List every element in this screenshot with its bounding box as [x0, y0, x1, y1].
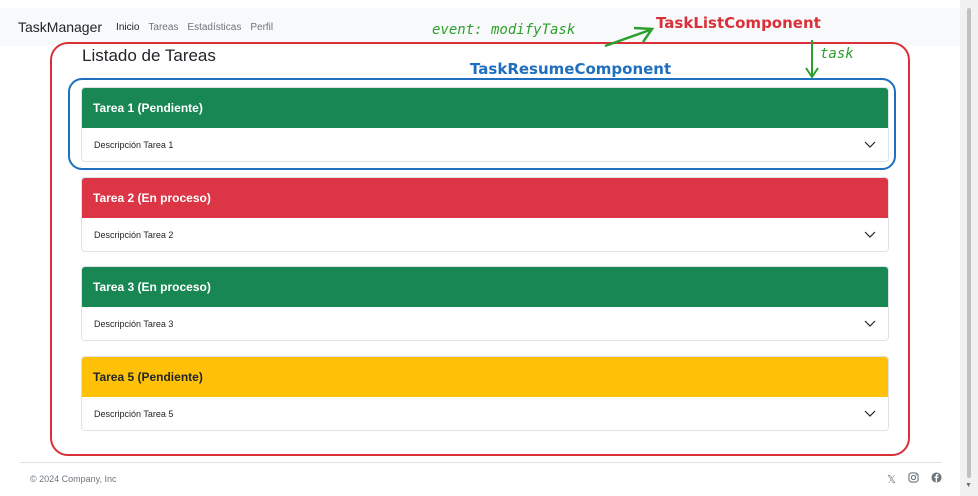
- task-list-component-label: TaskListComponent: [656, 14, 821, 32]
- task-card-body[interactable]: Descripción Tarea 3: [82, 307, 888, 340]
- task-arrowhead: [805, 67, 819, 79]
- x-icon[interactable]: 𝕏: [887, 473, 896, 486]
- task-card-header: Tarea 1 (Pendiente): [82, 88, 888, 128]
- task-resume-component-label: TaskResumeComponent: [470, 60, 672, 78]
- task-card: Tarea 3 (En proceso) Descripción Tarea 3: [81, 266, 889, 341]
- task-annotation: task: [820, 46, 854, 62]
- nav-link-perfil[interactable]: Perfil: [250, 22, 273, 33]
- task-card-body[interactable]: Descripción Tarea 1: [82, 128, 888, 161]
- task-description: Descripción Tarea 2: [94, 229, 174, 240]
- page-title: Listado de Tareas: [82, 46, 216, 65]
- task-description: Descripción Tarea 5: [94, 408, 174, 419]
- task-description: Descripción Tarea 3: [94, 318, 174, 329]
- scroll-down-icon[interactable]: ▼: [965, 482, 972, 489]
- nav-link-estadisticas[interactable]: Estadísticas: [187, 22, 241, 33]
- task-card: Tarea 5 (Pendiente) Descripción Tarea 5: [81, 356, 889, 431]
- footer-copyright: © 2024 Company, Inc: [30, 474, 117, 484]
- scrollbar-thumb[interactable]: [967, 8, 971, 478]
- chevron-down-icon[interactable]: [864, 410, 876, 418]
- event-annotation: event: modifyTask: [432, 22, 576, 38]
- task-card: Tarea 1 (Pendiente) Descripción Tarea 1: [81, 87, 889, 162]
- scrollbar[interactable]: ▼: [960, 0, 978, 496]
- nav-link-inicio[interactable]: Inicio: [116, 22, 139, 33]
- task-card-header: Tarea 2 (En proceso): [82, 178, 888, 218]
- chevron-down-icon[interactable]: [864, 141, 876, 149]
- task-description: Descripción Tarea 1: [94, 139, 174, 150]
- task-card-header: Tarea 5 (Pendiente): [82, 357, 888, 397]
- chevron-down-icon[interactable]: [864, 231, 876, 239]
- footer-social-icons: 𝕏: [887, 472, 942, 486]
- facebook-icon[interactable]: [931, 472, 942, 486]
- chevron-down-icon[interactable]: [864, 320, 876, 328]
- navbar-brand[interactable]: TaskManager: [18, 19, 102, 35]
- instagram-icon[interactable]: [908, 472, 919, 486]
- nav-link-tareas[interactable]: Tareas: [148, 22, 178, 33]
- task-card-body[interactable]: Descripción Tarea 2: [82, 218, 888, 251]
- footer-divider: [20, 462, 942, 463]
- task-card-header: Tarea 3 (En proceso): [82, 267, 888, 307]
- task-card: Tarea 2 (En proceso) Descripción Tarea 2: [81, 177, 889, 252]
- task-card-body[interactable]: Descripción Tarea 5: [82, 397, 888, 430]
